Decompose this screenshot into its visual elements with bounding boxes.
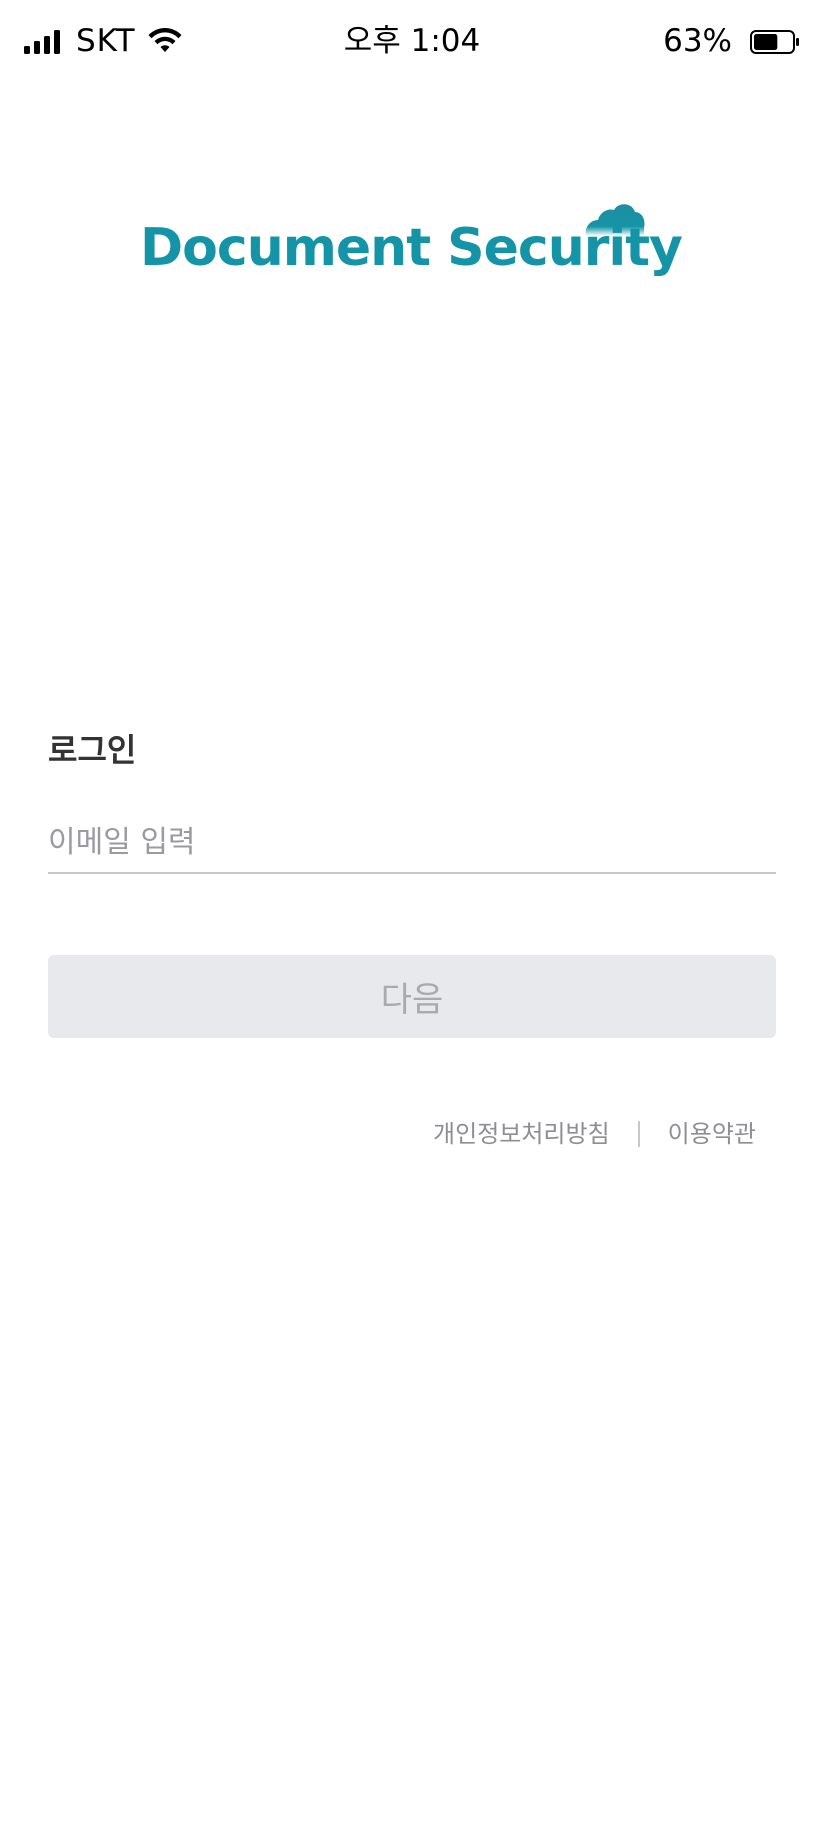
login-title: 로그인: [48, 731, 137, 769]
link-divider: [637, 1121, 640, 1147]
app-logo: Document Security: [140, 196, 683, 296]
privacy-policy-link[interactable]: 개인정보처리방침: [433, 1118, 610, 1150]
logo-text: Document Security: [140, 218, 683, 278]
email-field[interactable]: [48, 812, 776, 874]
battery-icon: [750, 30, 799, 54]
footer-links: 개인정보처리방침 이용약관: [433, 1118, 756, 1150]
terms-of-service-link[interactable]: 이용약관: [668, 1118, 756, 1150]
status-bar: SKT 오후 1:04 63%: [0, 0, 824, 84]
battery-percent: 63%: [663, 23, 732, 59]
next-button[interactable]: 다음: [48, 955, 776, 1038]
